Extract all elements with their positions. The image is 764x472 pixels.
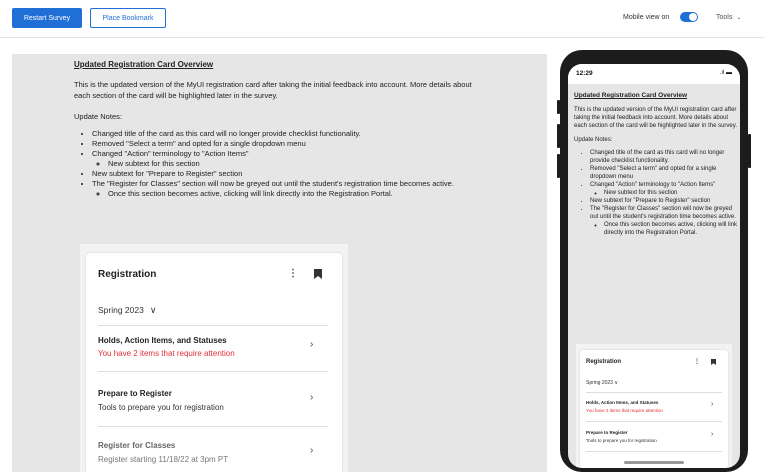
home-indicator (624, 461, 684, 464)
chevron-right-icon[interactable]: › (711, 431, 713, 438)
divider (586, 392, 722, 393)
list-item: New subtext for "Prepare to Register" se… (590, 197, 738, 205)
chevron-down-icon: ∨ (149, 305, 157, 315)
tools-menu[interactable]: Tools ⌄ (716, 14, 741, 21)
divider (98, 371, 328, 372)
phone-side-button (557, 100, 560, 114)
divider (98, 325, 328, 326)
phone-side-button (748, 134, 751, 168)
mobile-intro-paragraph: This is the updated version of the MyUI … (574, 107, 737, 129)
divider (98, 426, 328, 427)
mobile-prepare-row-title[interactable]: Prepare to Register (586, 430, 628, 435)
registration-card: Registration ⋮ Spring 2023 ∨ Holds, Actio… (86, 253, 342, 472)
mobile-page-title: Updated Registration Card Overview (574, 92, 688, 99)
chevron-down-icon: ⌄ (736, 15, 742, 21)
mobile-view-toggle[interactable] (680, 12, 698, 22)
mobile-registration-card: Registration ⋮ Spring 2023 ∨ Holds, Acti… (580, 350, 728, 468)
phone-side-button (557, 154, 560, 178)
update-notes-list: Changed title of the card as this card w… (74, 129, 484, 199)
term-label: Spring 2023 (98, 305, 144, 315)
holds-row-subtitle: You have 2 items that require attention (98, 349, 235, 358)
divider (586, 451, 722, 452)
list-item: Once this section becomes active, clicki… (108, 189, 484, 199)
phone-screen: 12:29 .ıl ▬ Updated Registration Card Ov… (568, 64, 740, 468)
list-item: New subtext for this section (108, 159, 484, 169)
mobile-update-notes-list: Changed title of the card as this card w… (574, 149, 738, 237)
notes-title: Update Notes: (74, 112, 122, 121)
registration-card-preview: Registration ⋮ Spring 2023 ∨ Holds, Actio… (80, 244, 348, 472)
restart-survey-button[interactable]: Restart Survey (12, 8, 82, 28)
list-item: New subtext for "Prepare to Register" se… (92, 169, 484, 179)
chevron-right-icon: › (310, 445, 314, 456)
mobile-overview-content: Updated Registration Card Overview This … (574, 92, 738, 237)
list-item: Removed "Select a term" and opted for a … (92, 139, 484, 149)
list-item: The "Register for Classes" section will … (590, 205, 738, 237)
register-row-subtitle: Register starting 11/18/22 at 3pm PT (98, 455, 229, 464)
mobile-term-dropdown[interactable]: Spring 2023 ∨ (586, 380, 618, 386)
tools-label: Tools (716, 14, 733, 21)
divider (586, 421, 722, 422)
chevron-right-icon[interactable]: › (310, 392, 313, 403)
phone-notch (630, 50, 670, 55)
mobile-notes-title: Update Notes: (574, 137, 613, 143)
more-options-icon[interactable]: ⋮ (694, 358, 700, 365)
list-item: Changed title of the card as this card w… (92, 129, 484, 139)
status-time: 12:29 (576, 70, 593, 77)
bookmark-icon[interactable] (314, 269, 322, 279)
list-item: Removed "Select a term" and opted for a … (590, 165, 738, 181)
mobile-holds-row-title[interactable]: Holds, Action Items, and Statuses (586, 400, 658, 405)
prepare-row-subtitle: Tools to prepare you for registration (98, 403, 224, 412)
register-row-title: Register for Classes (98, 441, 176, 450)
holds-row-title[interactable]: Holds, Action Items, and Statuses (98, 336, 227, 345)
term-dropdown[interactable]: Spring 2023 ∨ (98, 305, 156, 316)
list-item: The "Register for Classes" section will … (92, 179, 484, 199)
chevron-right-icon[interactable]: › (711, 401, 713, 408)
list-item: New subtext for this section (604, 189, 738, 197)
prepare-row-title[interactable]: Prepare to Register (98, 389, 172, 398)
status-bar: 12:29 .ıl ▬ (568, 64, 740, 84)
signal-battery-icon: .ıl ▬ (719, 70, 732, 76)
mobile-registration-card-preview: Registration ⋮ Spring 2023 ∨ Holds, Acti… (576, 344, 732, 468)
toggle-knob (689, 13, 697, 21)
overview-content: Updated Registration Card Overview This … (74, 60, 484, 199)
top-toolbar: Restart Survey Place Bookmark Mobile vie… (0, 0, 764, 38)
list-item: Changed title of the card as this card w… (590, 149, 738, 165)
mobile-prepare-row-subtitle: Tools to prepare you for registration (586, 438, 657, 443)
list-item: Changed "Action" terminology to "Action … (590, 181, 738, 197)
mobile-card-title: Registration (586, 359, 622, 365)
place-bookmark-button[interactable]: Place Bookmark (90, 8, 166, 28)
mobile-holds-row-subtitle: You have 2 items that require attention (586, 408, 663, 413)
phone-frame: 12:29 .ıl ▬ Updated Registration Card Ov… (560, 50, 748, 472)
more-options-icon[interactable]: ⋮ (288, 268, 298, 279)
mobile-view-label: Mobile view on (623, 14, 670, 21)
desktop-preview: Updated Registration Card Overview This … (12, 54, 547, 472)
list-item: Changed "Action" terminology to "Action … (92, 149, 484, 169)
list-item: Once this section becomes active, clicki… (604, 221, 738, 237)
bookmark-icon[interactable] (711, 359, 716, 365)
card-title: Registration (98, 269, 157, 280)
chevron-right-icon[interactable]: › (310, 339, 313, 350)
intro-paragraph: This is the updated version of the MyUI … (74, 80, 472, 100)
page-title: Updated Registration Card Overview (74, 60, 214, 69)
phone-side-button (557, 124, 560, 148)
